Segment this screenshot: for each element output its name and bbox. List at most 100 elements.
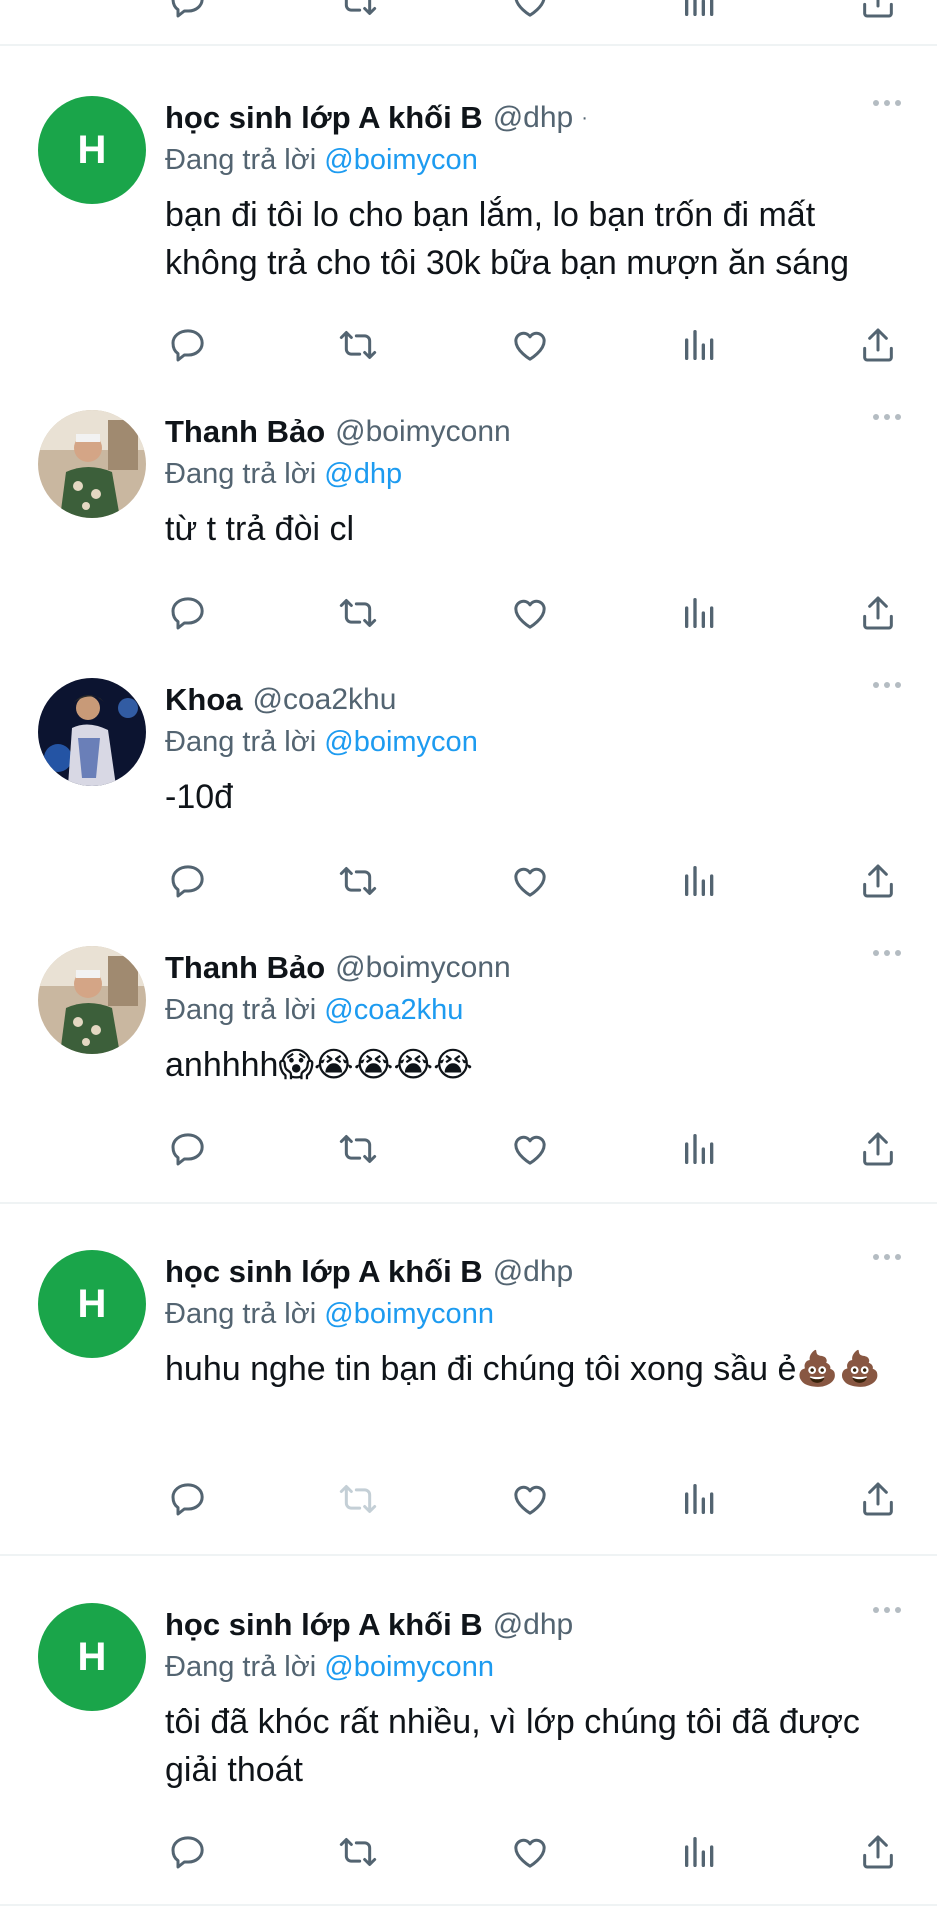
avatar[interactable]	[38, 678, 146, 786]
reply-button[interactable]	[165, 0, 211, 24]
tweet-text: từ t trả đòi cl	[165, 510, 355, 548]
mention-link[interactable]: @boimycon	[324, 144, 478, 176]
divider	[0, 1554, 937, 1556]
share-button[interactable]	[855, 858, 901, 904]
retweet-icon	[338, 1479, 378, 1519]
reply-button[interactable]	[165, 1829, 211, 1875]
mention-link[interactable]: @boimyconn	[324, 1651, 494, 1683]
like-button[interactable]	[507, 1829, 553, 1875]
views-button[interactable]	[677, 322, 723, 368]
share-button[interactable]	[855, 322, 901, 368]
retweet-icon	[338, 325, 378, 365]
reply-context: Đang trả lời @boimyconn	[165, 1298, 494, 1331]
tweet-actions	[165, 590, 905, 636]
like-button[interactable]	[507, 322, 553, 368]
avatar-letter: H	[77, 1281, 107, 1326]
display-name[interactable]: học sinh lớp A khối B	[165, 1607, 483, 1643]
share-button[interactable]	[855, 1829, 901, 1875]
mention-link[interactable]: @dhp	[324, 458, 402, 490]
mention-link[interactable]: @boimycon	[324, 726, 478, 758]
username[interactable]: @boimyconn	[335, 415, 511, 449]
divider	[0, 1202, 937, 1204]
username[interactable]: @coa2khu	[253, 683, 397, 717]
comment-icon	[168, 861, 208, 901]
display-name[interactable]: học sinh lớp A khối B	[165, 1254, 483, 1290]
share-icon	[858, 0, 898, 21]
username[interactable]: @boimyconn	[335, 951, 511, 985]
comment-icon	[168, 325, 208, 365]
display-name[interactable]: Khoa	[165, 682, 243, 718]
more-options-button[interactable]	[873, 100, 901, 106]
retweet-icon	[338, 593, 378, 633]
more-options-button[interactable]	[873, 1254, 901, 1260]
retweet-button[interactable]	[335, 1829, 381, 1875]
retweet-button[interactable]	[335, 0, 381, 24]
reply-prefix: Đang trả lời	[165, 994, 317, 1026]
views-button[interactable]	[677, 0, 723, 24]
tweet-header: học sinh lớp A khối B @dhp ·	[165, 96, 588, 140]
retweet-button[interactable]	[335, 322, 381, 368]
tweet-actions	[165, 1126, 905, 1172]
like-button[interactable]	[507, 1126, 553, 1172]
divider	[0, 44, 937, 46]
views-chart-icon	[680, 0, 720, 21]
views-button[interactable]	[677, 1126, 723, 1172]
tweet-header: học sinh lớp A khối B @dhp	[165, 1603, 573, 1647]
more-options-button[interactable]	[873, 950, 901, 956]
tweet-text: huhu nghe tin bạn đi chúng tôi xong sầu …	[165, 1350, 882, 1388]
reply-button[interactable]	[165, 1476, 211, 1522]
display-name[interactable]: Thanh Bảo	[165, 950, 325, 986]
like-button[interactable]	[507, 0, 553, 24]
views-button[interactable]	[677, 1476, 723, 1522]
avatar[interactable]	[38, 410, 146, 518]
share-button[interactable]	[855, 0, 901, 24]
views-chart-icon	[680, 1832, 720, 1872]
username[interactable]: @dhp	[493, 101, 574, 135]
heart-icon	[510, 1129, 550, 1169]
reply-button[interactable]	[165, 322, 211, 368]
tweet-header: Thanh Bảo @boimyconn	[165, 410, 511, 454]
more-options-button[interactable]	[873, 414, 901, 420]
views-chart-icon	[680, 593, 720, 633]
more-options-button[interactable]	[873, 682, 901, 688]
username[interactable]: @dhp	[493, 1608, 574, 1642]
share-button[interactable]	[855, 590, 901, 636]
retweet-button[interactable]	[335, 1126, 381, 1172]
retweet-icon	[338, 1129, 378, 1169]
avatar[interactable]: H	[38, 1603, 146, 1711]
views-chart-icon	[680, 861, 720, 901]
like-button[interactable]	[507, 590, 553, 636]
share-button[interactable]	[855, 1476, 901, 1522]
avatar[interactable]	[38, 946, 146, 1054]
retweet-button[interactable]	[335, 858, 381, 904]
heart-icon	[510, 1832, 550, 1872]
retweet-button[interactable]	[335, 1476, 381, 1522]
views-button[interactable]	[677, 1829, 723, 1875]
username[interactable]: @dhp	[493, 1255, 574, 1289]
avatar[interactable]: H	[38, 96, 146, 204]
more-options-button[interactable]	[873, 1607, 901, 1613]
display-name[interactable]: Thanh Bảo	[165, 414, 325, 450]
mention-link[interactable]: @coa2khu	[324, 994, 463, 1026]
tweet-actions	[165, 1829, 905, 1875]
share-button[interactable]	[855, 1126, 901, 1172]
reply-button[interactable]	[165, 858, 211, 904]
display-name[interactable]: học sinh lớp A khối B	[165, 100, 483, 136]
views-button[interactable]	[677, 858, 723, 904]
avatar[interactable]: H	[38, 1250, 146, 1358]
like-button[interactable]	[507, 1476, 553, 1522]
mention-link[interactable]: @boimyconn	[324, 1298, 494, 1330]
reply-button[interactable]	[165, 590, 211, 636]
comment-icon	[168, 0, 208, 21]
reply-context: Đang trả lời @boimyconn	[165, 1651, 494, 1684]
reply-prefix: Đang trả lời	[165, 1298, 317, 1330]
reply-button[interactable]	[165, 1126, 211, 1172]
views-button[interactable]	[677, 590, 723, 636]
retweet-button[interactable]	[335, 590, 381, 636]
previous-tweet-actions	[165, 0, 905, 24]
like-button[interactable]	[507, 858, 553, 904]
views-chart-icon	[680, 1129, 720, 1169]
retweet-icon	[338, 1832, 378, 1872]
reply-context: Đang trả lời @dhp	[165, 458, 402, 491]
heart-icon	[510, 1479, 550, 1519]
